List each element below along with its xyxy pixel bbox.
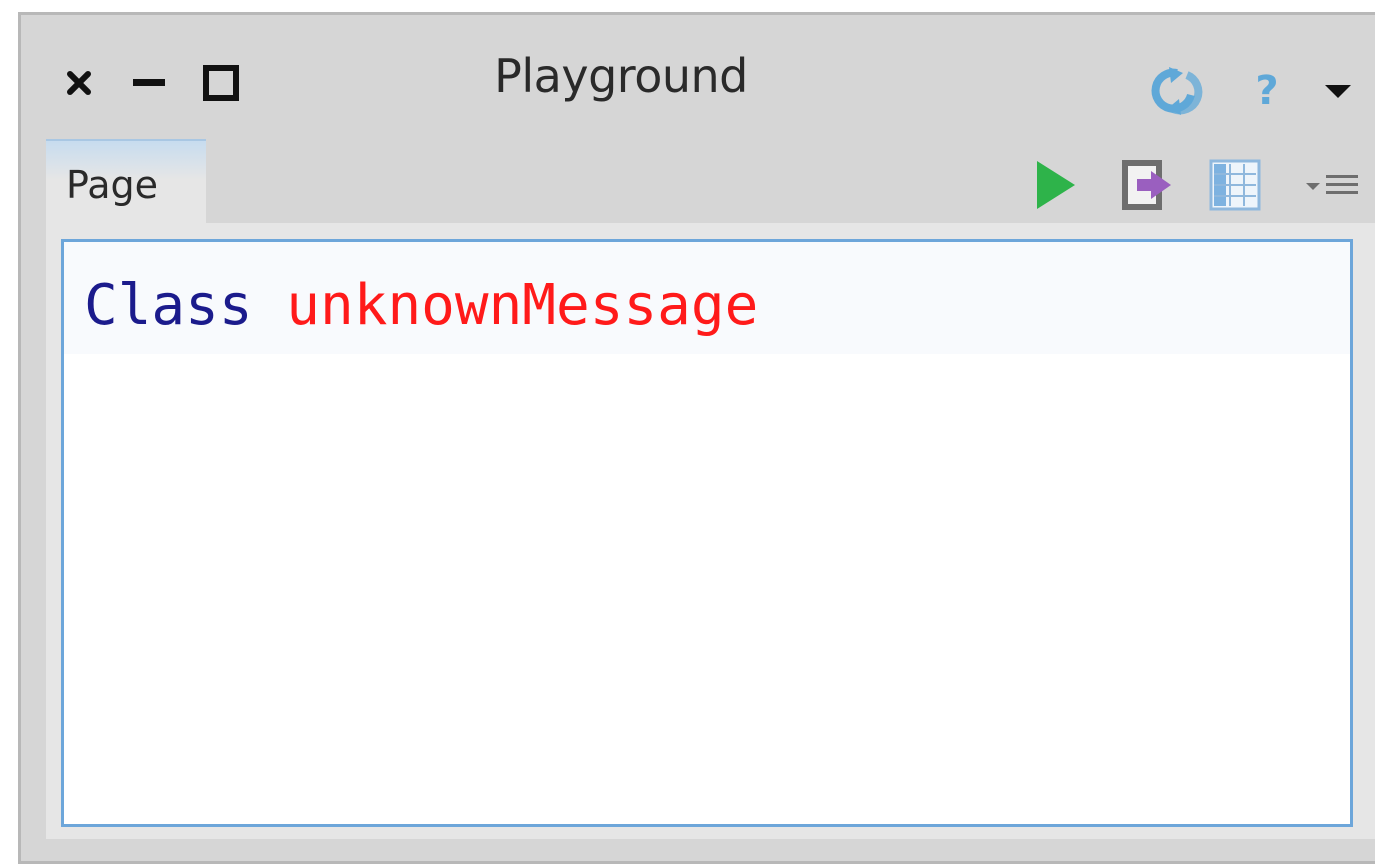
more-menu-icon[interactable] — [1297, 155, 1367, 215]
class-token: Class — [84, 273, 253, 338]
minimize-icon[interactable] — [129, 61, 169, 105]
refresh-icon[interactable] — [1147, 65, 1203, 117]
playground-window: Playground ? Page Class unknownMessage — [18, 12, 1375, 864]
page-content: Class unknownMessage — [46, 223, 1375, 839]
title-bar: Playground ? — [21, 15, 1375, 127]
run-icon[interactable] — [1025, 155, 1085, 215]
window-title: Playground — [494, 49, 748, 103]
inspect-columns-icon[interactable] — [1205, 155, 1265, 215]
help-icon[interactable]: ? — [1239, 65, 1295, 117]
tab-bar: Page — [21, 127, 1375, 237]
export-icon[interactable] — [1117, 155, 1177, 215]
help-label: ? — [1255, 68, 1279, 114]
close-icon[interactable] — [59, 61, 99, 105]
tab-label: Page — [66, 163, 158, 207]
tab-page[interactable]: Page — [46, 139, 206, 227]
unknown-message-token: unknownMessage — [286, 273, 759, 338]
menu-dropdown-icon[interactable] — [1313, 65, 1363, 117]
code-text: Class unknownMessage — [84, 278, 758, 334]
maximize-icon[interactable] — [201, 61, 241, 105]
code-editor[interactable]: Class unknownMessage — [61, 239, 1353, 827]
